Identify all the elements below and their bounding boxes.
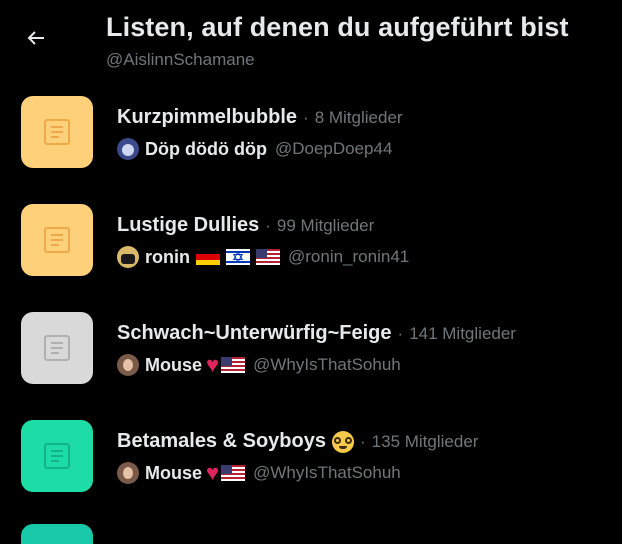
separator-dot: · (303, 107, 309, 127)
list-title-line: Schwach~Unterwürfig~Feige · 141 Mitglied… (117, 322, 516, 345)
list-name: Betamales & Soyboys (117, 430, 326, 452)
page-title: Listen, auf denen du aufgeführt bist (106, 12, 569, 42)
flag-germany-icon (196, 249, 220, 265)
owner-name[interactable]: ronin (145, 247, 190, 268)
flag-israel-icon (226, 249, 250, 265)
member-count: 135 Mitglieder (371, 431, 479, 451)
list-tile (21, 312, 93, 384)
member-count: 141 Mitglieder (409, 323, 516, 343)
avatar[interactable] (117, 246, 139, 268)
avatar[interactable] (117, 354, 139, 376)
list-item[interactable]: Schwach~Unterwürfig~Feige · 141 Mitglied… (0, 308, 622, 416)
owner-name[interactable]: Mouse (145, 355, 202, 376)
heart-icon: ♥ (206, 352, 220, 377)
arrow-left-icon (27, 31, 44, 45)
list-document-icon (44, 119, 70, 145)
list-name: Lustige Dullies (117, 214, 260, 236)
list-tile-partial[interactable] (21, 524, 93, 544)
list-document-icon (44, 227, 70, 253)
flag-usa-icon (221, 357, 246, 373)
list-item[interactable]: Kurzpimmelbubble · 8 Mitglieder Döp dödö… (0, 92, 622, 200)
list-name: Kurzpimmelbubble (117, 106, 298, 128)
owner-handle[interactable]: @ronin_ronin41 (288, 247, 409, 267)
separator-dot: · (265, 215, 271, 235)
avatar[interactable] (117, 462, 139, 484)
list-document-icon (44, 335, 70, 361)
owner-handle[interactable]: @DoepDoep44 (275, 139, 392, 159)
list-owner: Döp dödö döp @DoepDoep44 (117, 138, 392, 160)
member-count: 8 Mitglieder (314, 107, 403, 127)
owner-name[interactable]: Mouse (145, 463, 202, 484)
list-document-icon (44, 443, 70, 469)
list-tile (21, 420, 93, 492)
owner-handle[interactable]: @WhyIsThatSohuh (253, 463, 401, 483)
member-count: 99 Mitglieder (276, 215, 375, 235)
list-name: Schwach~Unterwürfig~Feige (117, 322, 392, 344)
list-item[interactable]: Lustige Dullies · 99 Mitglieder ronin @r… (0, 200, 622, 308)
separator-dot: · (359, 431, 366, 451)
list-owner: Mouse ♥ @WhyIsThatSohuh (117, 462, 401, 484)
list-title-line: Lustige Dullies · 99 Mitglieder (117, 214, 374, 237)
flag-usa-icon (221, 465, 246, 481)
list-tile (21, 204, 93, 276)
lists-container: Kurzpimmelbubble · 8 Mitglieder Döp dödö… (0, 92, 622, 524)
owner-name[interactable]: Döp dödö döp (145, 139, 267, 160)
list-item[interactable]: Betamales & Soyboys · 135 Mitglieder Mou… (0, 416, 622, 524)
page-subtitle-handle: @AislinnSchamane (106, 50, 255, 69)
list-title-line: Betamales & Soyboys · 135 Mitglieder (117, 430, 478, 453)
back-button[interactable] (17, 19, 55, 57)
owner-handle[interactable]: @WhyIsThatSohuh (253, 355, 401, 375)
list-title-line: Kurzpimmelbubble · 8 Mitglieder (117, 106, 403, 129)
list-tile (21, 96, 93, 168)
flag-usa-icon (256, 249, 280, 265)
avatar[interactable] (117, 138, 139, 160)
separator-dot: · (397, 323, 404, 343)
nerd-face-emoji-icon (331, 430, 354, 453)
list-owner: ronin @ronin_ronin41 (117, 246, 409, 268)
page-header: Listen, auf denen du aufgeführt bist @Ai… (0, 0, 622, 80)
heart-icon: ♥ (206, 460, 220, 485)
list-owner: Mouse ♥ @WhyIsThatSohuh (117, 354, 401, 376)
